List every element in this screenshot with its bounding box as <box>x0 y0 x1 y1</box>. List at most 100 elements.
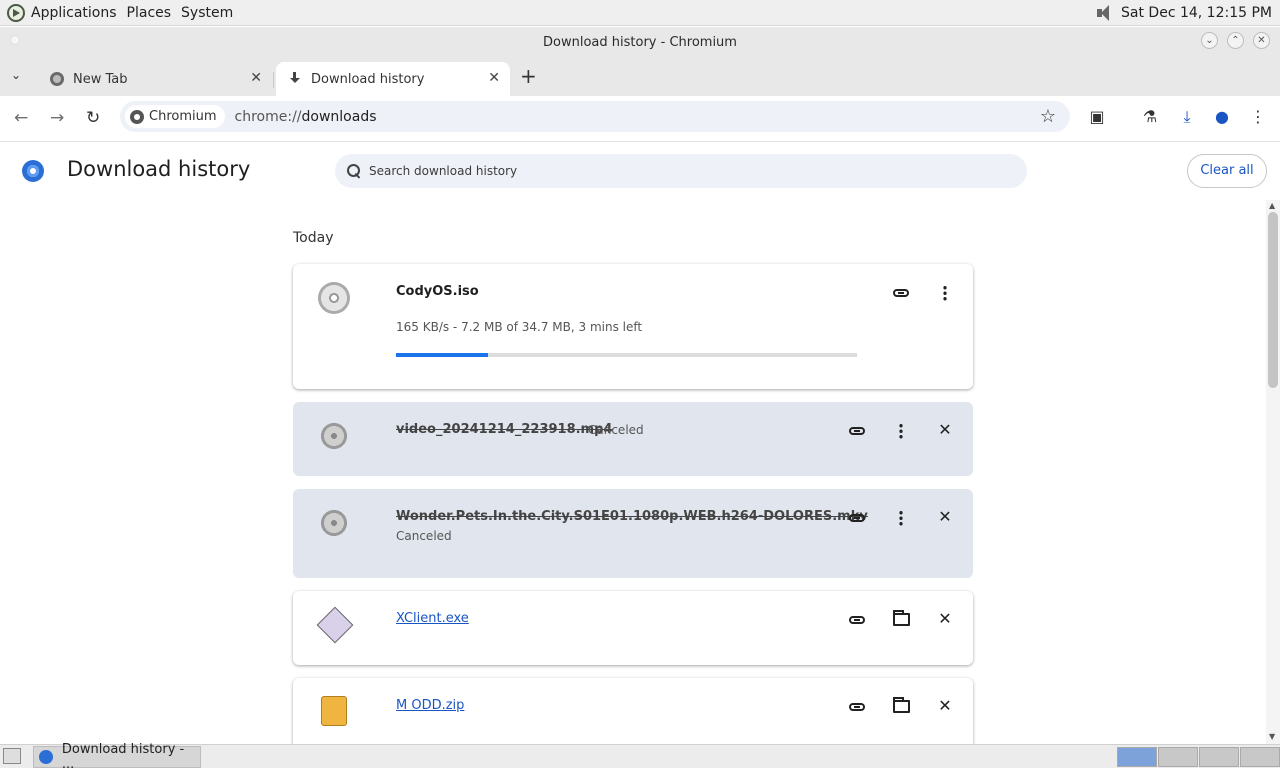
download-status: Canceled <box>588 423 644 437</box>
disc-icon <box>318 282 350 314</box>
browser-toolbar: ← → ↻ Chromium chrome://downloads ☆ ▣ ⚗ … <box>0 96 1280 142</box>
workspace-3[interactable] <box>1199 747 1239 767</box>
link-icon <box>893 288 909 297</box>
close-icon: ✕ <box>938 507 952 526</box>
profile-avatar-icon[interactable]: ● <box>1212 107 1232 127</box>
tab-new-tab[interactable]: New Tab ✕ <box>40 62 274 96</box>
film-reel-icon <box>318 420 350 452</box>
more-icon <box>943 284 947 301</box>
file-name: video_20241214_223918.mp4 <box>396 422 613 437</box>
more-icon <box>899 422 903 439</box>
forward-button[interactable]: → <box>50 108 64 128</box>
bottom-taskbar: Download history - ... <box>0 742 1280 768</box>
download-status: 165 KB/s - 7.2 MB of 34.7 MB, 3 mins lef… <box>396 320 643 334</box>
page-title: Download history <box>67 157 251 181</box>
tab-search-chevron-icon[interactable]: ⌄ <box>11 68 21 82</box>
taskbar-window-button[interactable]: Download history - ... <box>33 742 201 768</box>
close-icon: ✕ <box>938 609 952 628</box>
show-in-folder-button[interactable] <box>890 695 912 717</box>
archive-icon <box>321 696 347 726</box>
chromium-icon <box>130 109 144 124</box>
link-icon <box>849 513 865 522</box>
window-titlebar[interactable]: Download history - Chromium ⌄ ⌃ ✕ <box>0 27 1280 58</box>
close-tab-icon[interactable]: ✕ <box>488 70 500 86</box>
film-reel-icon <box>318 507 350 539</box>
remove-item-button[interactable]: ✕ <box>934 419 956 441</box>
section-date-label: Today <box>293 230 334 246</box>
show-desktop-icon[interactable] <box>3 748 21 764</box>
address-bar[interactable]: Chromium chrome://downloads ☆ <box>120 101 1070 132</box>
page-scrollbar[interactable]: ▲ ▼ <box>1266 200 1280 744</box>
window-menu-icon[interactable] <box>10 35 20 45</box>
download-item: video_20241214_223918.mp4 Canceled ✕ <box>293 402 973 476</box>
panel-clock[interactable]: Sat Dec 14, 12:15 PM <box>1121 5 1272 21</box>
url-host: downloads <box>301 108 377 125</box>
copy-link-button[interactable] <box>846 419 868 441</box>
download-progress-bar <box>396 353 857 357</box>
folder-icon <box>892 697 910 713</box>
more-actions-button[interactable] <box>890 419 912 441</box>
site-info-chip[interactable]: Chromium <box>125 105 225 128</box>
download-icon <box>288 72 302 86</box>
globe-icon <box>50 72 64 86</box>
url-text[interactable]: chrome://downloads <box>235 109 377 125</box>
tab-download-history[interactable]: Download history ✕ <box>276 62 510 96</box>
download-item: XClient.exe ✕ <box>293 591 973 665</box>
folder-icon <box>892 610 910 626</box>
close-tab-icon[interactable]: ✕ <box>250 70 262 86</box>
link-icon <box>849 615 865 624</box>
link-icon <box>849 426 865 435</box>
close-window-button[interactable]: ✕ <box>1253 32 1270 49</box>
file-name-link[interactable]: XClient.exe <box>396 611 469 626</box>
copy-link-button[interactable] <box>890 281 912 303</box>
search-input[interactable] <box>369 164 969 178</box>
reload-button[interactable]: ↻ <box>86 108 100 128</box>
show-in-folder-button[interactable] <box>890 608 912 630</box>
browser-menu-icon[interactable]: ⋮ <box>1248 107 1268 127</box>
workspace-2[interactable] <box>1158 747 1198 767</box>
top-panel: Applications Places System Sat Dec 14, 1… <box>0 0 1280 26</box>
remove-item-button[interactable]: ✕ <box>934 695 956 717</box>
system-menu[interactable]: System <box>181 5 233 21</box>
chromium-logo-icon <box>22 160 44 182</box>
distro-logo-icon[interactable] <box>7 3 25 22</box>
labs-flask-icon[interactable]: ⚗ <box>1140 107 1160 127</box>
download-item: M ODD.zip ✕ <box>293 678 973 744</box>
copy-link-button[interactable] <box>846 695 868 717</box>
site-chip-label: Chromium <box>149 109 217 124</box>
maximize-button[interactable]: ⌃ <box>1227 32 1244 49</box>
workspace-4[interactable] <box>1240 747 1280 767</box>
chromium-icon <box>39 750 53 764</box>
scroll-up-arrow-icon[interactable]: ▲ <box>1269 201 1275 210</box>
clear-all-button[interactable]: Clear all <box>1187 154 1267 188</box>
remove-item-button[interactable]: ✕ <box>934 506 956 528</box>
downloads-list: Today CodyOS.iso 165 KB/s - 7.2 MB of 34… <box>0 200 1266 744</box>
minimize-button[interactable]: ⌄ <box>1201 32 1218 49</box>
download-item: Wonder.Pets.In.the.City.S01E01.1080p.WEB… <box>293 489 973 578</box>
close-icon: ✕ <box>938 420 952 439</box>
more-icon <box>899 509 903 526</box>
download-progress-fill <box>396 353 489 357</box>
more-actions-button[interactable] <box>934 281 956 303</box>
scroll-down-arrow-icon[interactable]: ▼ <box>1269 732 1275 741</box>
remove-item-button[interactable]: ✕ <box>934 608 956 630</box>
places-menu[interactable]: Places <box>127 5 172 21</box>
window-title: Download history - Chromium <box>543 35 737 50</box>
url-scheme: chrome:// <box>234 108 302 125</box>
applications-menu[interactable]: Applications <box>31 5 117 21</box>
volume-icon[interactable] <box>1095 4 1113 22</box>
file-name-link[interactable]: M ODD.zip <box>396 698 464 713</box>
new-tab-button[interactable]: + <box>520 64 537 88</box>
search-box[interactable] <box>335 154 1027 188</box>
back-button[interactable]: ← <box>14 108 28 128</box>
downloads-icon[interactable]: ⤓ <box>1177 107 1197 127</box>
extensions-puzzle-icon[interactable]: ▣ <box>1087 107 1107 127</box>
tab-label: New Tab <box>73 71 128 87</box>
copy-link-button[interactable] <box>846 608 868 630</box>
link-icon <box>849 702 865 711</box>
workspace-1[interactable] <box>1117 747 1157 767</box>
scroll-thumb[interactable] <box>1268 212 1278 388</box>
copy-link-button[interactable] <box>846 506 868 528</box>
more-actions-button[interactable] <box>890 506 912 528</box>
bookmark-star-icon[interactable]: ☆ <box>1040 106 1056 127</box>
